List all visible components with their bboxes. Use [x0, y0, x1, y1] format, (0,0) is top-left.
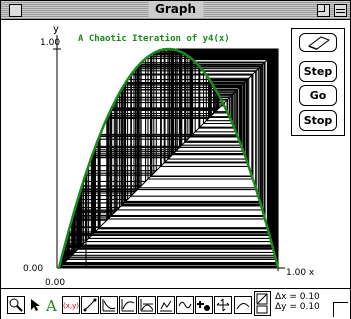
secant-line-icon[interactable] [157, 296, 175, 314]
collapse-box[interactable] [334, 4, 347, 17]
eraser-button[interactable] [299, 33, 337, 52]
tool-palette: A (x,y) Δx = 0.10 Δy = 0.10 [1, 288, 350, 319]
resize-grip[interactable] [333, 302, 348, 317]
y-max-label: 1.00 [40, 38, 60, 48]
zoom-axes-icon[interactable] [214, 296, 232, 314]
delta-y-value: Δy = 0.10 [275, 302, 320, 312]
derivative-graph-icon[interactable] [119, 296, 137, 314]
x-min-label: 0.00 [45, 278, 65, 288]
wave-graph-icon[interactable] [176, 296, 194, 314]
line-tool-icon[interactable] [81, 296, 99, 314]
eraser-icon [307, 36, 331, 50]
control-panel: Step Go Stop [291, 28, 345, 136]
step-button[interactable]: Step [299, 61, 337, 82]
graph-window: Graph y 1.00 A Chaotic Iteration of y4(x… [0, 0, 351, 319]
plot-title: A Chaotic Iteration of y4(x) [78, 33, 230, 44]
y-min-label: 0.00 [23, 264, 43, 274]
arrow-pointer-icon[interactable] [26, 296, 44, 314]
zoom-box[interactable] [317, 4, 330, 17]
stop-button[interactable]: Stop [299, 110, 337, 131]
title-bar[interactable]: Graph [1, 1, 350, 20]
close-box[interactable] [9, 4, 22, 17]
x-max-label: 1.00 x [286, 268, 315, 278]
delta-x-value: Δx = 0.10 [275, 292, 320, 302]
coordinate-label-icon[interactable]: (x,y) [62, 296, 80, 314]
magnifier-icon[interactable] [7, 296, 25, 314]
svg-text:A: A [45, 297, 57, 313]
y-axis-label: y [53, 24, 59, 35]
move-plus-icon[interactable] [195, 296, 213, 314]
curve-icon[interactable] [234, 296, 252, 314]
text-tool-icon[interactable]: A [44, 296, 62, 314]
tangent-line-icon[interactable] [138, 296, 156, 314]
window-title: Graph [148, 2, 203, 17]
svg-text:(x,y): (x,y) [63, 302, 79, 310]
go-button[interactable]: Go [299, 85, 337, 106]
scale-grid-icon[interactable] [254, 291, 271, 316]
function-graph-icon[interactable] [100, 296, 118, 314]
